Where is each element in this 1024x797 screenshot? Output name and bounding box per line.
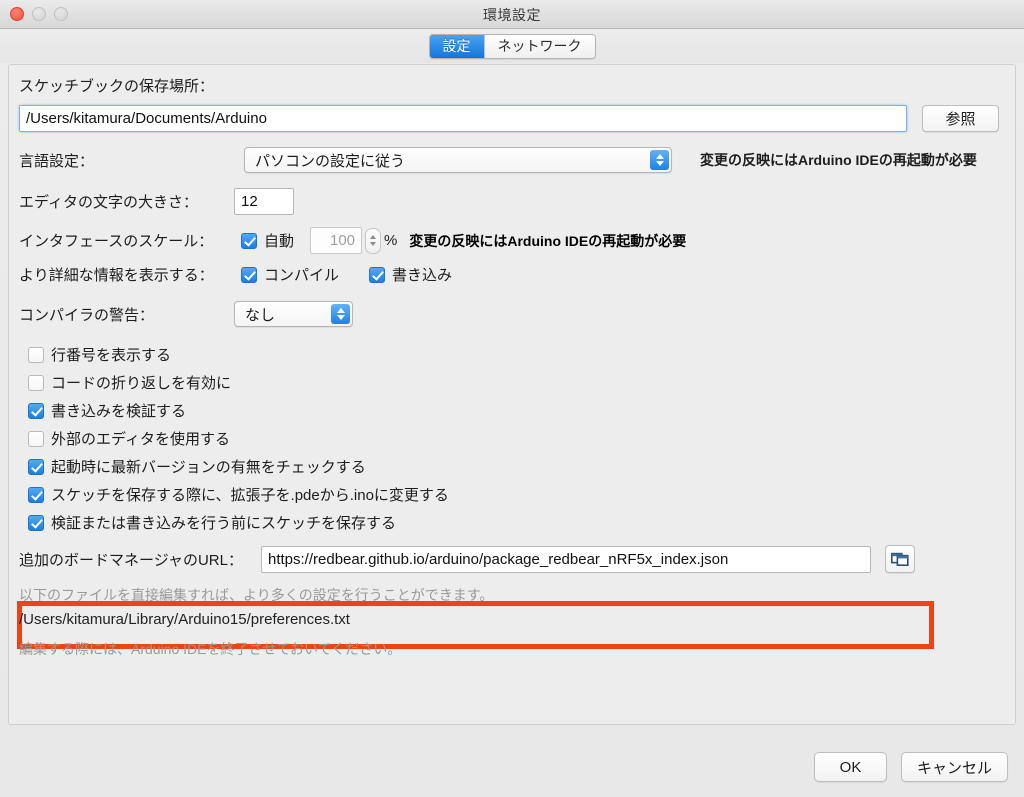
- verbose-output-row: より詳細な情報を表示する： コンパイル 書き込み: [19, 264, 452, 285]
- option-label-line-numbers: 行番号を表示する: [51, 347, 172, 364]
- interface-scale-auto-checkbox-row[interactable]: 自動: [241, 230, 294, 251]
- option-label-verify-upload: 書き込みを検証する: [51, 403, 187, 420]
- verbose-upload-label: 書き込み: [392, 267, 453, 284]
- option-checkbox-line-numbers[interactable]: [28, 346, 44, 363]
- window-title: 環境設定: [483, 7, 541, 23]
- title-bar: 環境設定: [0, 0, 1024, 29]
- preferences-file-hint: 以下のファイルを直接編集すれば、より多くの設定を行うことができます。: [19, 587, 494, 603]
- option-checkbox-check-updates[interactable]: [28, 458, 44, 475]
- option-checkbox-save-on-verify[interactable]: [28, 514, 44, 531]
- editor-font-size-input[interactable]: 12: [234, 188, 294, 215]
- language-row: 言語設定： パソコンの設定に従う 変更の反映にはArduino IDEの再起動が…: [19, 147, 977, 173]
- language-label: 言語設定：: [19, 152, 95, 170]
- interface-scale-row: インタフェースのスケール： 自動 100 % 変更の反映にはArduino ID…: [19, 227, 686, 254]
- verbose-output-label: より詳細な情報を表示する：: [19, 267, 214, 284]
- interface-scale-input[interactable]: 100: [310, 227, 363, 254]
- cancel-button[interactable]: キャンセル: [901, 752, 1008, 782]
- option-row-external-editor[interactable]: 外部のエディタを使用する: [28, 428, 230, 449]
- board-manager-urls-edit-button[interactable]: [885, 545, 915, 573]
- windows-cascade-icon: [891, 552, 909, 567]
- sketchbook-path-input[interactable]: /Users/kitamura/Documents/Arduino: [19, 105, 907, 132]
- option-row-check-updates[interactable]: 起動時に最新バージョンの有無をチェックする: [28, 456, 366, 477]
- browse-button[interactable]: 参照: [922, 105, 999, 132]
- option-label-update-extension: スケッチを保存する際に、拡張子を.pdeから.inoに変更する: [51, 487, 449, 504]
- language-select[interactable]: パソコンの設定に従う: [244, 147, 672, 173]
- board-manager-urls-label: 追加のボードマネージャのURL：: [19, 551, 243, 569]
- language-select-value: パソコンの設定に従う: [255, 152, 406, 170]
- board-manager-urls-input[interactable]: https://redbear.github.io/arduino/packag…: [261, 545, 871, 573]
- option-label-external-editor: 外部のエディタを使用する: [51, 431, 230, 448]
- interface-scale-label: インタフェースのスケール：: [19, 233, 214, 250]
- option-checkbox-update-extension[interactable]: [28, 486, 44, 503]
- option-row-line-numbers[interactable]: 行番号を表示する: [28, 344, 171, 365]
- sketchbook-location-row: /Users/kitamura/Documents/Arduino 参照: [19, 105, 999, 132]
- verbose-upload-checkbox[interactable]: [369, 266, 386, 283]
- preferences-file-path: /Users/kitamura/Library/Arduino15/prefer…: [19, 611, 350, 628]
- dialog-buttons: OK キャンセル: [814, 752, 1008, 782]
- tab-strip: 設定 ネットワーク: [0, 29, 1024, 63]
- ok-button[interactable]: OK: [814, 752, 887, 782]
- verbose-compile-checkbox[interactable]: [241, 266, 257, 283]
- board-manager-urls-row: 追加のボードマネージャのURL： https://redbear.github.…: [19, 545, 915, 573]
- verbose-compile-label: コンパイル: [264, 267, 340, 284]
- option-label-code-folding: コードの折り返しを有効に: [51, 375, 232, 392]
- sketchbook-location-label: スケッチブックの保存場所：: [19, 78, 215, 95]
- option-row-update-extension[interactable]: スケッチを保存する際に、拡張子を.pdeから.inoに変更する: [28, 484, 449, 505]
- compiler-warnings-row: コンパイラの警告： なし: [19, 301, 353, 327]
- verbose-upload-checkbox-row[interactable]: 書き込み: [369, 264, 452, 285]
- preferences-window: 環境設定 設定 ネットワーク スケッチブックの保存場所： /Users/kita…: [0, 0, 1024, 797]
- settings-panel: スケッチブックの保存場所： /Users/kitamura/Documents/…: [8, 64, 1016, 725]
- interface-scale-restart-note: 変更の反映にはArduino IDEの再起動が必要: [409, 232, 687, 249]
- option-label-save-on-verify: 検証または書き込みを行う前にスケッチを保存する: [51, 515, 397, 532]
- editor-font-size-label: エディタの文字の大きさ：: [19, 194, 198, 211]
- compiler-warnings-value: なし: [245, 306, 276, 324]
- option-label-check-updates: 起動時に最新バージョンの有無をチェックする: [51, 459, 366, 476]
- interface-scale-auto-label: 自動: [264, 233, 295, 250]
- compiler-warnings-select[interactable]: なし: [234, 301, 353, 327]
- option-checkbox-code-folding[interactable]: [28, 374, 44, 391]
- option-checkbox-verify-upload[interactable]: [28, 402, 44, 419]
- interface-scale-percent-label: %: [384, 232, 398, 249]
- option-row-save-on-verify[interactable]: 検証または書き込みを行う前にスケッチを保存する: [28, 512, 396, 533]
- preferences-file-warning: 編集する際には、Arduino IDEを終了させておいてください。: [19, 641, 402, 657]
- verbose-compile-checkbox-row[interactable]: コンパイル: [241, 264, 339, 285]
- compiler-warnings-label: コンパイラの警告：: [19, 306, 155, 324]
- interface-scale-stepper-icon[interactable]: [365, 227, 382, 254]
- option-row-verify-upload[interactable]: 書き込みを検証する: [28, 400, 186, 421]
- editor-font-size-row: エディタの文字の大きさ： 12: [19, 188, 294, 215]
- tab-group: 設定 ネットワーク: [428, 33, 596, 59]
- tab-settings[interactable]: 設定: [429, 34, 485, 58]
- sketchbook-location-label-row: スケッチブックの保存場所：: [19, 75, 214, 96]
- language-select-stepper-icon: [650, 150, 669, 170]
- tab-network[interactable]: ネットワーク: [484, 34, 595, 58]
- language-restart-note: 変更の反映にはArduino IDEの再起動が必要: [700, 152, 977, 168]
- option-row-code-folding[interactable]: コードの折り返しを有効に: [28, 372, 231, 393]
- compiler-warnings-stepper-icon: [331, 304, 350, 324]
- option-checkbox-external-editor[interactable]: [28, 430, 44, 447]
- interface-scale-auto-checkbox[interactable]: [241, 232, 257, 249]
